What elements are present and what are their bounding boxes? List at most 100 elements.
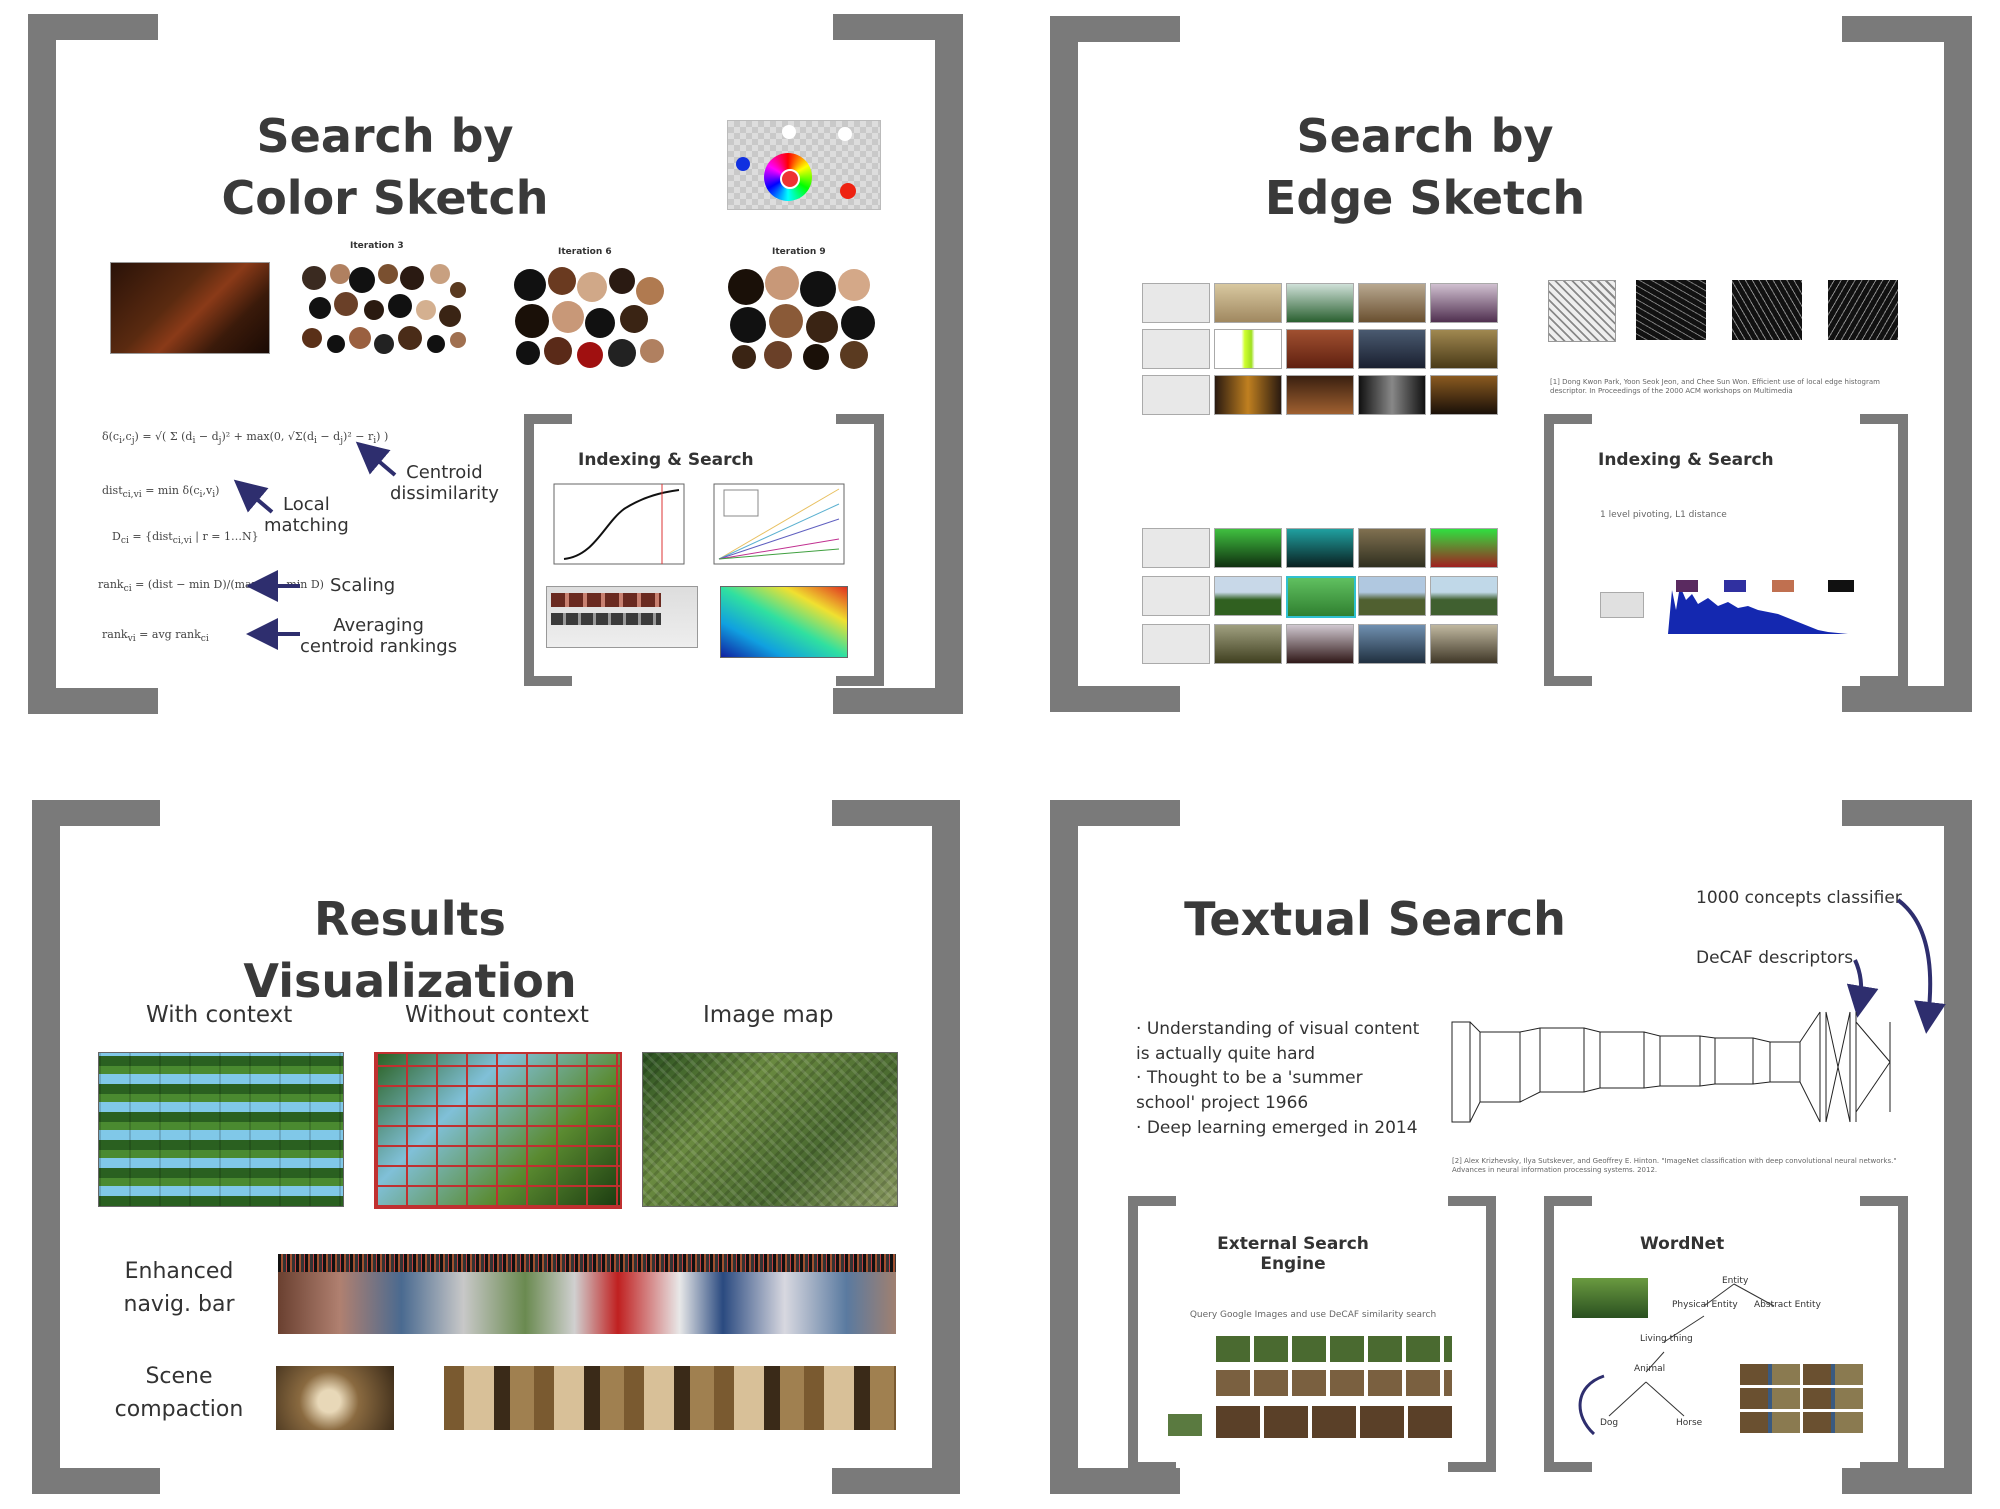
column-label-image-map: Image map: [703, 1002, 834, 1028]
bracket-left-top: [32, 800, 160, 826]
inset-curve-plot: [553, 483, 685, 565]
bullet-item: Thought to be a 'summer school' project …: [1136, 1066, 1436, 1115]
annotation-centroid: Centroid dissimilarity: [390, 462, 499, 504]
annotation-averaging: Averaging centroid rankings: [300, 615, 458, 657]
grid-without-context: [374, 1052, 622, 1209]
sketch-thumb: [1142, 375, 1210, 415]
result-thumb: [1430, 283, 1498, 323]
inset-bracket-right-bottom: [1448, 1462, 1496, 1472]
inset-bracket-right-top: [1860, 414, 1908, 424]
result-thumb: [1430, 528, 1498, 568]
inset-bracket-right-top: [1448, 1196, 1496, 1206]
inset-wordnet: WordNet Entity Physical Entity Abstract …: [1544, 1196, 1924, 1472]
result-thumb: [1430, 329, 1498, 369]
inset-indexing-search: Indexing & Search: [524, 414, 884, 686]
image-map: [642, 1052, 898, 1207]
bracket-left-vertical: [32, 800, 60, 1494]
result-thumb: [1430, 624, 1498, 664]
wordnet-node: Abstract Entity: [1754, 1300, 1821, 1310]
inset-bracket-right-bottom: [1860, 676, 1908, 686]
inset-bracket-left-bottom: [1544, 676, 1592, 686]
edge-image: [1636, 280, 1706, 340]
result-thumb: [1286, 375, 1354, 415]
navbar-keyframes: [278, 1272, 896, 1334]
panel-edge-sketch: Search by Edge Sketch [1] Dong Kwon Park…: [1020, 0, 2000, 730]
wordnet-node: Entity: [1722, 1276, 1749, 1286]
inset-bracket-left-top: [1128, 1196, 1176, 1206]
bracket-left-bottom: [1050, 686, 1180, 712]
inset-title: Indexing & Search: [578, 450, 754, 470]
result-thumb: [1286, 283, 1354, 323]
inset-bracket-right-bottom: [1860, 1462, 1908, 1472]
edge-reference: [1] Dong Kwon Park, Yoon Seok Jeon, and …: [1550, 378, 1880, 396]
inset-bracket-right-top: [836, 414, 884, 424]
inset-bracket-left-bottom: [1128, 1462, 1176, 1472]
inset-ui-strip-2: [551, 613, 661, 625]
result-thumb: [1358, 375, 1426, 415]
cnn-architecture-diagram: [1451, 1011, 1891, 1123]
result-thumb: [1286, 576, 1356, 618]
panel-title: Results Visualization: [243, 892, 577, 1009]
inset-bracket-left-top: [1544, 1196, 1592, 1206]
result-thumb: [1214, 528, 1282, 568]
bracket-left-bottom: [32, 1468, 160, 1494]
inset-title: Indexing & Search: [1598, 450, 1774, 470]
inset-indexing-search: Indexing & Search 1 level pivoting, L1 d…: [1544, 414, 1924, 686]
inset-ui-strip: [551, 593, 661, 607]
bracket-right-bottom: [1842, 686, 1972, 712]
bracket-right-top: [1842, 16, 1972, 42]
scene-compaction-strip[interactable]: [444, 1366, 896, 1430]
sketch-thumb: [1142, 528, 1210, 568]
wordnet-results: [1740, 1364, 1864, 1436]
inset-bracket-left-top: [1544, 414, 1592, 424]
inset-bracket-right: [874, 414, 884, 686]
external-results-row: [1216, 1370, 1452, 1396]
inset-bracket-right-bottom: [836, 676, 884, 686]
wordnet-title: WordNet: [1640, 1234, 1725, 1254]
inset-heatmap: [720, 586, 848, 658]
histogram-plot: [1668, 580, 1854, 634]
annotation-local: Local matching: [264, 494, 349, 536]
textual-reference: [2] Alex Krizhevsky, Ilya Sutskever, and…: [1452, 1157, 1897, 1175]
edge-image: [1828, 280, 1898, 340]
external-results-row: [1216, 1336, 1452, 1362]
panel-results-visualization: Results Visualization With context Witho…: [0, 780, 980, 1509]
sketch-thumb: [1142, 283, 1210, 323]
sketch-thumb: [1142, 329, 1210, 369]
edge-feature-strip: [1548, 280, 1928, 360]
result-thumb: [1358, 624, 1426, 664]
enhanced-navigation-bar[interactable]: [278, 1254, 896, 1334]
inset-bracket-left: [1544, 414, 1554, 686]
inset-bracket-left: [1544, 1196, 1554, 1472]
edge-image: [1732, 280, 1802, 340]
scene-compaction-single: [276, 1366, 394, 1430]
inset-bracket-right: [1486, 1196, 1496, 1472]
result-thumb: [1358, 528, 1426, 568]
inset-bracket-left: [524, 414, 534, 686]
result-thumb: [1214, 624, 1282, 664]
panel-color-sketch: Search by Color Sketch Iteration 3 Itera…: [0, 0, 980, 730]
result-thumb: [1214, 375, 1282, 415]
wordnet-node: Animal: [1634, 1364, 1666, 1374]
bracket-left-top: [1050, 16, 1180, 42]
inset-bracket-right-top: [1860, 1196, 1908, 1206]
panel-textual-search: Textual Search 1000 concepts classifier …: [1020, 780, 2000, 1509]
result-thumb: [1214, 576, 1282, 616]
inset-bracket-left-bottom: [524, 676, 572, 686]
annotation-scaling: Scaling: [330, 575, 396, 596]
result-thumb: [1430, 375, 1498, 415]
sketch-thumb: [1142, 624, 1210, 664]
bracket-right-top: [832, 800, 960, 826]
navbar-timeline: [278, 1254, 896, 1272]
inset-ui-screenshot: [546, 586, 698, 648]
result-thumb: [1286, 329, 1354, 369]
external-caption: Query Google Images and use DeCAF simila…: [1189, 1310, 1437, 1320]
inset-external-search: External Search Engine Query Google Imag…: [1128, 1196, 1496, 1472]
edge-image: [1548, 280, 1616, 342]
row-label-navbar: Enhanced navig. bar: [123, 1259, 235, 1317]
result-thumb: [1430, 576, 1498, 616]
wordnet-node: Living thing: [1640, 1334, 1693, 1344]
inset-bracket-left-bottom: [1544, 1462, 1592, 1472]
result-thumb: [1358, 329, 1426, 369]
bullet-list: Understanding of visual content is actua…: [1136, 1017, 1436, 1140]
